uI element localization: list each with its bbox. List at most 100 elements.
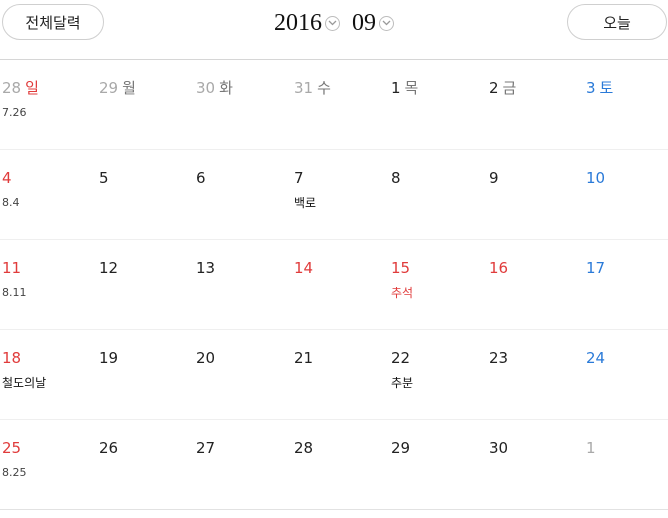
day-number-text: 9 — [489, 169, 499, 187]
day-number: 21 — [294, 349, 313, 367]
day-number: 16 — [489, 259, 508, 277]
day-cell[interactable]: 24 — [584, 330, 668, 419]
day-number-text: 23 — [489, 349, 509, 367]
day-cell[interactable]: 1 — [584, 420, 668, 509]
day-number-text: 3 — [586, 79, 596, 97]
calendar-header: 전체달력 2016 09 오늘 — [0, 0, 668, 60]
day-number-text: 20 — [196, 349, 216, 367]
year-dropdown-chevron-down-icon[interactable] — [325, 15, 340, 31]
day-number-text: 25 — [2, 439, 22, 457]
day-number-text: 31 — [294, 79, 314, 97]
day-number: 20 — [196, 349, 215, 367]
day-number-text: 7 — [294, 169, 304, 187]
day-cell[interactable]: 16 — [487, 240, 584, 329]
day-number-text: 13 — [196, 259, 216, 277]
day-cell[interactable]: 4 8.4 — [0, 150, 97, 239]
day-number-text: 5 — [99, 169, 109, 187]
day-number: 17 — [586, 259, 605, 277]
day-cell[interactable]: 29 — [389, 420, 486, 509]
day-cell[interactable]: 26 — [97, 420, 194, 509]
day-number-text: 1 — [586, 439, 596, 457]
day-number: 3토 — [586, 79, 613, 97]
day-number: 12 — [99, 259, 118, 277]
day-cell[interactable]: 3토 — [584, 60, 668, 149]
day-number-text: 8 — [391, 169, 401, 187]
day-cell[interactable]: 12 — [97, 240, 194, 329]
day-cell[interactable]: 7 백로 — [292, 150, 389, 239]
month-label: 09 — [352, 9, 376, 36]
today-button[interactable]: 오늘 — [567, 4, 667, 40]
day-cell[interactable]: 2금 — [487, 60, 584, 149]
day-number: 9 — [489, 169, 499, 187]
day-number: 13 — [196, 259, 215, 277]
day-number: 15 — [391, 259, 410, 277]
day-number: 26 — [99, 439, 118, 457]
weekday-label: 일 — [25, 79, 39, 97]
day-cell[interactable]: 18 철도의날 — [0, 330, 97, 419]
day-number: 28 — [294, 439, 313, 457]
day-number: 8 — [391, 169, 401, 187]
day-cell[interactable]: 22 추분 — [389, 330, 486, 419]
lunar-date: 8.25 — [2, 466, 27, 479]
day-cell[interactable]: 15 추석 — [389, 240, 486, 329]
day-cell[interactable]: 27 — [194, 420, 291, 509]
day-cell[interactable]: 9 — [487, 150, 584, 239]
day-cell[interactable]: 30 화 — [194, 60, 291, 149]
day-number: 24 — [586, 349, 605, 367]
calendar-week-row: 28 일 7.26 29 월 30 화 31 수 1 목 2 금 3 토 — [0, 60, 668, 150]
day-number: 1목 — [391, 79, 418, 97]
day-number-text: 10 — [586, 169, 606, 187]
holiday-label: 백로 — [294, 196, 317, 210]
day-number-text: 19 — [99, 349, 119, 367]
day-cell[interactable]: 17 — [584, 240, 668, 329]
day-number: 31 수 — [294, 79, 331, 97]
day-number: 10 — [586, 169, 605, 187]
holiday-label: 철도의날 — [2, 376, 47, 390]
day-number-text: 22 — [391, 349, 411, 367]
day-number-text: 29 — [99, 79, 119, 97]
day-number: 2금 — [489, 79, 516, 97]
month-dropdown-chevron-down-icon[interactable] — [379, 15, 394, 31]
day-number: 29 — [391, 439, 410, 457]
day-number-text: 15 — [391, 259, 411, 277]
day-cell[interactable]: 6 — [194, 150, 291, 239]
day-number: 6 — [196, 169, 206, 187]
day-cell[interactable]: 25 8.25 — [0, 420, 97, 509]
day-cell[interactable]: 31 수 — [292, 60, 389, 149]
day-cell[interactable]: 11 8.11 — [0, 240, 97, 329]
weekday-label: 목 — [404, 79, 419, 97]
month-group: 09 — [352, 10, 394, 37]
day-number-text: 12 — [99, 259, 119, 277]
day-number: 27 — [196, 439, 215, 457]
day-number: 23 — [489, 349, 508, 367]
day-number-text: 4 — [2, 169, 12, 187]
day-cell[interactable]: 29 월 — [97, 60, 194, 149]
day-number: 29 월 — [99, 79, 136, 97]
day-cell[interactable]: 1목 — [389, 60, 486, 149]
day-cell[interactable]: 14 — [292, 240, 389, 329]
calendar-week-row: 11 8.11 12 13 14 15 추석 16 17 — [0, 240, 668, 330]
lunar-date: 8.11 — [2, 286, 27, 299]
day-cell[interactable]: 19 — [97, 330, 194, 419]
day-cell[interactable]: 13 — [194, 240, 291, 329]
day-number: 25 — [2, 439, 21, 457]
day-cell[interactable]: 23 — [487, 330, 584, 419]
day-cell[interactable]: 28 일 7.26 — [0, 60, 97, 149]
day-cell[interactable]: 28 — [292, 420, 389, 509]
calendar-week-row: 4 8.4 5 6 7 백로 8 9 10 — [0, 150, 668, 240]
day-number: 30 — [489, 439, 508, 457]
day-number: 18 — [2, 349, 21, 367]
day-number-text: 30 — [489, 439, 509, 457]
day-cell[interactable]: 21 — [292, 330, 389, 419]
day-cell[interactable]: 20 — [194, 330, 291, 419]
day-cell[interactable]: 10 — [584, 150, 668, 239]
day-number: 1 — [586, 439, 596, 457]
day-cell[interactable]: 8 — [389, 150, 486, 239]
day-number-text: 1 — [391, 79, 401, 97]
day-cell[interactable]: 5 — [97, 150, 194, 239]
day-number: 7 — [294, 169, 304, 187]
day-number-text: 28 — [294, 439, 314, 457]
day-number-text: 21 — [294, 349, 314, 367]
day-cell[interactable]: 30 — [487, 420, 584, 509]
day-number-text: 18 — [2, 349, 22, 367]
